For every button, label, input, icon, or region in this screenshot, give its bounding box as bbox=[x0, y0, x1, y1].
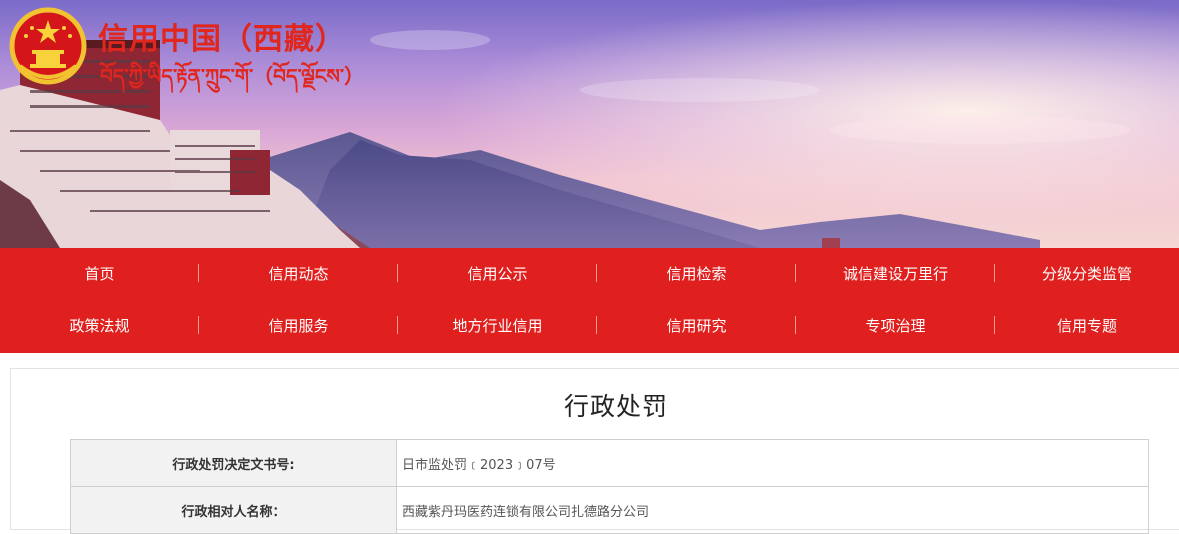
nav-row-1: 首页 信用动态 信用公示 信用检索 诚信建设万里行 分级分类监管 bbox=[0, 248, 1179, 300]
nav-item-credit-news[interactable]: 信用动态 bbox=[199, 248, 398, 300]
nav-item-policies[interactable]: 政策法规 bbox=[0, 300, 199, 352]
page-title: 行政处罚 bbox=[563, 392, 668, 421]
penalty-info-table: 行政处罚决定文书号: 日市监处罚﹝2023﹞07号 行政相对人名称： 西藏紫丹玛… bbox=[70, 439, 1149, 534]
site-subtitle-tibetan: བོད་ཀྱི་ཡིད་རྟོན་ཀྲུང་གོ་（བོད་ལྗོངས་） bbox=[100, 64, 365, 88]
nav-item-local-industry-credit[interactable]: 地方行业信用 bbox=[398, 300, 597, 352]
main-navigation: 首页 信用动态 信用公示 信用检索 诚信建设万里行 分级分类监管 政策法规 信用… bbox=[0, 248, 1179, 353]
table-row: 行政相对人名称： 西藏紫丹玛医药连锁有限公司扎德路分公司 bbox=[70, 486, 1149, 534]
nav-item-home[interactable]: 首页 bbox=[0, 248, 199, 300]
nav-item-special-governance[interactable]: 专项治理 bbox=[796, 300, 995, 352]
table-row: 行政处罚决定文书号: 日市监处罚﹝2023﹞07号 bbox=[70, 439, 1149, 487]
nav-item-credit-search[interactable]: 信用检索 bbox=[597, 248, 796, 300]
nav-item-credit-disclosure[interactable]: 信用公示 bbox=[398, 248, 597, 300]
nav-row-2: 政策法规 信用服务 地方行业信用 信用研究 专项治理 信用专题 bbox=[0, 300, 1179, 352]
header-banner: 信用中国（西藏） བོད་ཀྱི་ཡིད་རྟོན་ཀྲུང་གོ་（བོད་ལ… bbox=[0, 0, 1179, 248]
party-name-label: 行政相对人名称： bbox=[70, 486, 397, 534]
site-title[interactable]: 信用中国（西藏） bbox=[98, 14, 346, 58]
nav-item-credit-topics[interactable]: 信用专题 bbox=[995, 300, 1179, 352]
decision-number-value: 日市监处罚﹝2023﹞07号 bbox=[396, 439, 1149, 487]
nav-item-credit-services[interactable]: 信用服务 bbox=[199, 300, 398, 352]
decision-number-label: 行政处罚决定文书号: bbox=[70, 439, 397, 487]
nav-item-integrity-campaign[interactable]: 诚信建设万里行 bbox=[796, 248, 995, 300]
national-emblem-icon bbox=[9, 7, 87, 85]
party-name-value: 西藏紫丹玛医药连锁有限公司扎德路分公司 bbox=[396, 486, 1149, 534]
nav-item-credit-research[interactable]: 信用研究 bbox=[597, 300, 796, 352]
content-panel: 行政处罚 行政处罚决定文书号: 日市监处罚﹝2023﹞07号 行政相对人名称： … bbox=[10, 368, 1179, 534]
nav-item-graded-supervision[interactable]: 分级分类监管 bbox=[995, 248, 1179, 300]
